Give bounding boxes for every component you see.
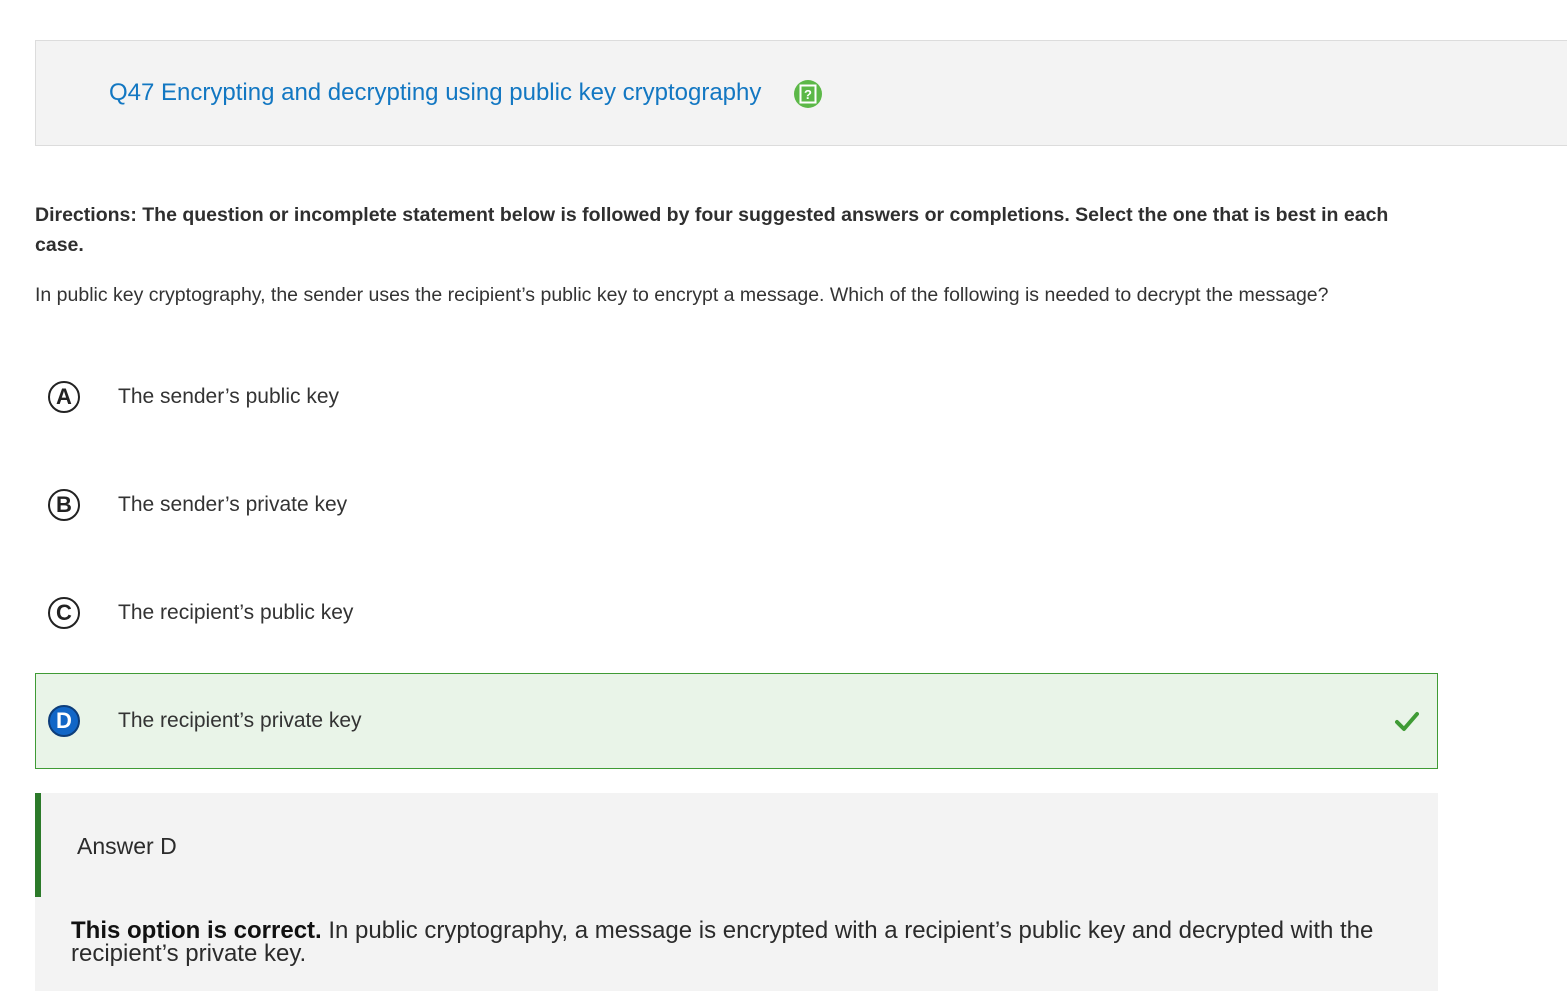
question-page: Q47 Encrypting and decrypting using publ… [0,0,1567,991]
checkmark-icon [1395,712,1419,731]
answer-option-d[interactable]: D The recipient’s private key [35,673,1438,769]
question-title: Q47 Encrypting and decrypting using publ… [109,79,762,106]
answer-accent-bar [35,793,41,897]
option-label: The recipient’s public key [118,601,354,624]
directions-text: Directions: The question or incomplete s… [35,204,1389,256]
option-label: The sender’s public key [118,385,340,408]
option-letter-badge: A [48,381,80,413]
option-label: The sender’s private key [118,493,348,516]
option-label: The recipient’s private key [118,709,362,732]
answer-explanation: This option is correct. In public crypto… [71,919,1391,966]
question-mark-icon[interactable]: ? [794,80,822,108]
svg-text:?: ? [804,87,812,102]
answer-option-b[interactable]: B The sender’s private key [35,457,1438,553]
answer-title: Answer D [77,833,177,859]
option-letter-badge: D [48,705,80,737]
option-letter-badge: C [48,597,80,629]
answer-option-c[interactable]: C The recipient’s public key [35,565,1438,661]
answer-option-a[interactable]: A The sender’s public key [35,349,1438,445]
answer-explanation-panel: Answer D This option is correct. In publ… [35,793,1438,991]
question-stem: In public key cryptography, the sender u… [35,284,1329,306]
question-header: Q47 Encrypting and decrypting using publ… [35,40,1567,146]
option-letter-badge: B [48,489,80,521]
